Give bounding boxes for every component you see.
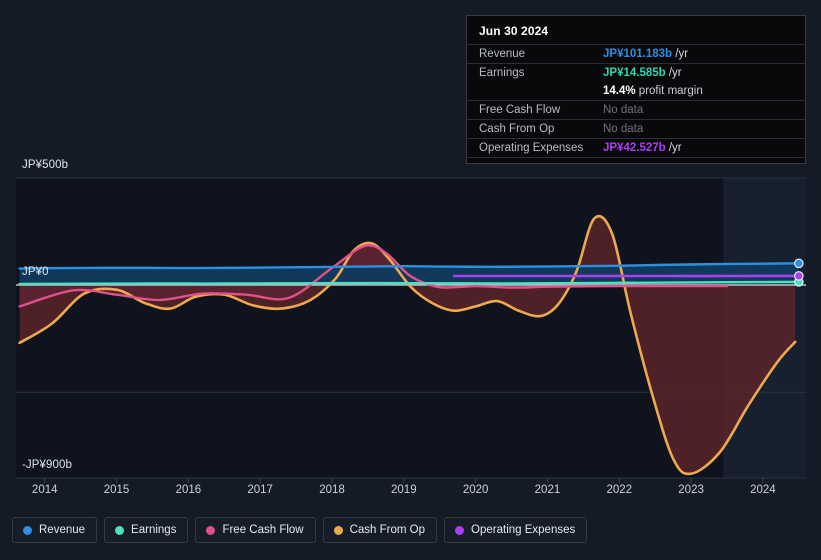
tooltip-row-label: Free Cash Flow xyxy=(479,104,561,116)
tooltip-row-label: Operating Expenses xyxy=(479,142,584,154)
y-axis-label-zero: JP¥0 xyxy=(22,266,49,278)
legend-item-cash-from-op[interactable]: Cash From Op xyxy=(322,517,438,543)
legend-item-label: Cash From Op xyxy=(349,524,426,536)
tooltip-rows: Revenue JP¥101.183b /yr Earnings JP¥14.585b… xyxy=(467,44,805,158)
tooltip-row: 14.4% profit margin xyxy=(467,82,805,100)
tooltip-row: Cash From Op No data xyxy=(467,119,805,138)
x-axis-tick-2018: 2018 xyxy=(319,484,345,496)
legend-color-dot-icon xyxy=(115,525,125,535)
legend-item-earnings[interactable]: Earnings xyxy=(104,517,189,543)
tooltip-row-value: 14.4% profit margin xyxy=(603,85,703,97)
tooltip-row-value: JP¥14.585b /yr xyxy=(603,67,682,79)
tooltip-row: Operating Expenses JP¥42.527b /yr xyxy=(467,138,805,158)
tooltip-row-label: Cash From Op xyxy=(479,123,555,135)
chart-legend: Revenue Earnings Free Cash Flow Cash From O… xyxy=(12,517,588,543)
tooltip-row-value: JP¥42.527b /yr xyxy=(603,142,682,154)
x-axis-tick-2014: 2014 xyxy=(31,484,58,496)
x-axis-tick-2024: 2024 xyxy=(750,484,776,496)
legend-item-label: Revenue xyxy=(39,524,86,536)
x-axis-tick-2020: 2020 xyxy=(462,484,489,496)
y-axis-label-min: -JP¥900b xyxy=(22,459,73,471)
legend-item-operating-expenses[interactable]: Operating Expenses xyxy=(444,517,588,543)
data-tooltip: Jun 30 2024 Revenue JP¥101.183b /yr Earnin… xyxy=(466,15,806,164)
y-axis-label-max: JP¥500b xyxy=(22,159,69,171)
legend-item-label: Earnings xyxy=(131,524,177,536)
tooltip-row: Earnings JP¥14.585b /yr xyxy=(467,63,805,82)
tooltip-row-value: JP¥101.183b /yr xyxy=(603,48,689,60)
legend-color-dot-icon xyxy=(333,525,343,535)
x-axis-tick-2021: 2021 xyxy=(534,484,561,496)
legend-item-free-cash-flow[interactable]: Free Cash Flow xyxy=(195,517,316,543)
tooltip-row-label: Revenue xyxy=(479,48,526,60)
legend-color-dot-icon xyxy=(455,525,465,535)
x-axis-tick-2023: 2023 xyxy=(678,484,704,496)
legend-color-dot-icon xyxy=(206,525,216,535)
legend-item-revenue[interactable]: Revenue xyxy=(12,517,98,543)
x-axis-tick-2017: 2017 xyxy=(247,484,273,496)
tooltip-row: Free Cash Flow No data xyxy=(467,100,805,119)
endpoint-marker-operating-expenses xyxy=(794,271,804,281)
legend-item-label: Operating Expenses xyxy=(471,524,576,536)
x-axis-tick-2019: 2019 xyxy=(391,484,417,496)
x-axis-tick-2015: 2015 xyxy=(103,484,130,496)
tooltip-row-value: No data xyxy=(603,123,644,135)
tooltip-row: Revenue JP¥101.183b /yr xyxy=(467,44,805,63)
endpoint-marker-revenue xyxy=(794,258,804,269)
tooltip-row-value: No data xyxy=(603,104,644,116)
tooltip-row-label: Earnings xyxy=(479,67,525,79)
tooltip-date: Jun 30 2024 xyxy=(479,24,549,38)
x-axis-tick-2016: 2016 xyxy=(175,484,202,496)
x-axis-tick-2022: 2022 xyxy=(606,484,633,496)
legend-color-dot-icon xyxy=(23,525,32,535)
legend-item-label: Free Cash Flow xyxy=(222,524,304,536)
